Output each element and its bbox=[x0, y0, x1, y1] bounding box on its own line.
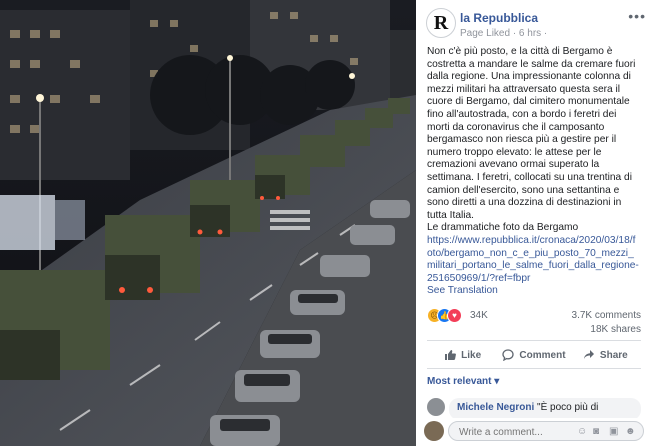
share-label: Share bbox=[599, 349, 628, 361]
ellipsis-icon[interactable]: ••• bbox=[628, 8, 646, 24]
divider bbox=[427, 340, 641, 341]
comment-sort-dropdown[interactable]: Most relevant ▾ bbox=[427, 376, 499, 387]
photo-caption: Le drammatiche foto da Bergamo bbox=[427, 222, 579, 234]
comment-item: Michele Negroni "È poco più di bbox=[427, 398, 641, 420]
comment-button[interactable]: Comment bbox=[498, 344, 569, 366]
like-button[interactable]: Like bbox=[427, 344, 498, 366]
comment-bubble: Michele Negroni "È poco più di bbox=[449, 398, 641, 420]
comments-count[interactable]: 3.7K comments bbox=[572, 310, 641, 321]
page-avatar[interactable]: R bbox=[426, 8, 456, 38]
gif-icon[interactable]: ▣ bbox=[609, 426, 618, 437]
divider bbox=[427, 368, 641, 369]
reactions-count: 34K bbox=[470, 310, 488, 321]
comment-icon bbox=[502, 349, 515, 361]
avatar bbox=[424, 421, 444, 441]
comment-author[interactable]: Michele Negroni bbox=[457, 402, 534, 413]
shares-count[interactable]: 18K shares bbox=[590, 324, 641, 335]
write-comment-row: ☺ ◙ ▣ ☻ bbox=[416, 418, 650, 446]
avatar[interactable] bbox=[427, 398, 445, 416]
comment-input-wrap: ☺ ◙ ▣ ☻ bbox=[448, 421, 644, 441]
page-name-link[interactable]: la Repubblica bbox=[460, 11, 538, 25]
share-button[interactable]: Share bbox=[570, 344, 641, 366]
post-header: R la Repubblica Page Liked · 6 hrs · ••• bbox=[426, 8, 646, 44]
post-body: Non c'è più posto, e la città di Bergamo… bbox=[427, 46, 636, 221]
thumbs-up-icon bbox=[445, 350, 457, 360]
post-actions: Like Comment Share bbox=[427, 344, 641, 366]
love-reaction-icon: ♥ bbox=[447, 308, 462, 323]
post-text: Non c'è più posto, e la città di Bergamo… bbox=[427, 46, 641, 298]
post-meta: Page Liked · 6 hrs · bbox=[460, 28, 548, 39]
see-translation-link[interactable]: See Translation bbox=[427, 285, 641, 298]
share-icon bbox=[583, 350, 594, 359]
emoji-icon[interactable]: ☺ bbox=[577, 426, 587, 437]
comment-input[interactable] bbox=[457, 424, 581, 440]
article-link[interactable]: https://www.repubblica.it/cronaca/2020/0… bbox=[427, 235, 641, 285]
comment-text: "È poco più di bbox=[537, 402, 599, 413]
post-panel: R la Repubblica Page Liked · 6 hrs · •••… bbox=[416, 0, 650, 446]
comment-label: Comment bbox=[519, 349, 566, 361]
sticker-icon[interactable]: ☻ bbox=[625, 426, 636, 437]
photo-scene bbox=[0, 0, 416, 446]
like-label: Like bbox=[461, 349, 482, 361]
post-photo[interactable] bbox=[0, 0, 416, 446]
reaction-summary[interactable]: ☹ 👍 ♥ 34K 3.7K comments bbox=[427, 308, 641, 324]
logo-letter: R bbox=[433, 11, 449, 34]
camera-icon[interactable]: ◙ bbox=[593, 426, 599, 437]
